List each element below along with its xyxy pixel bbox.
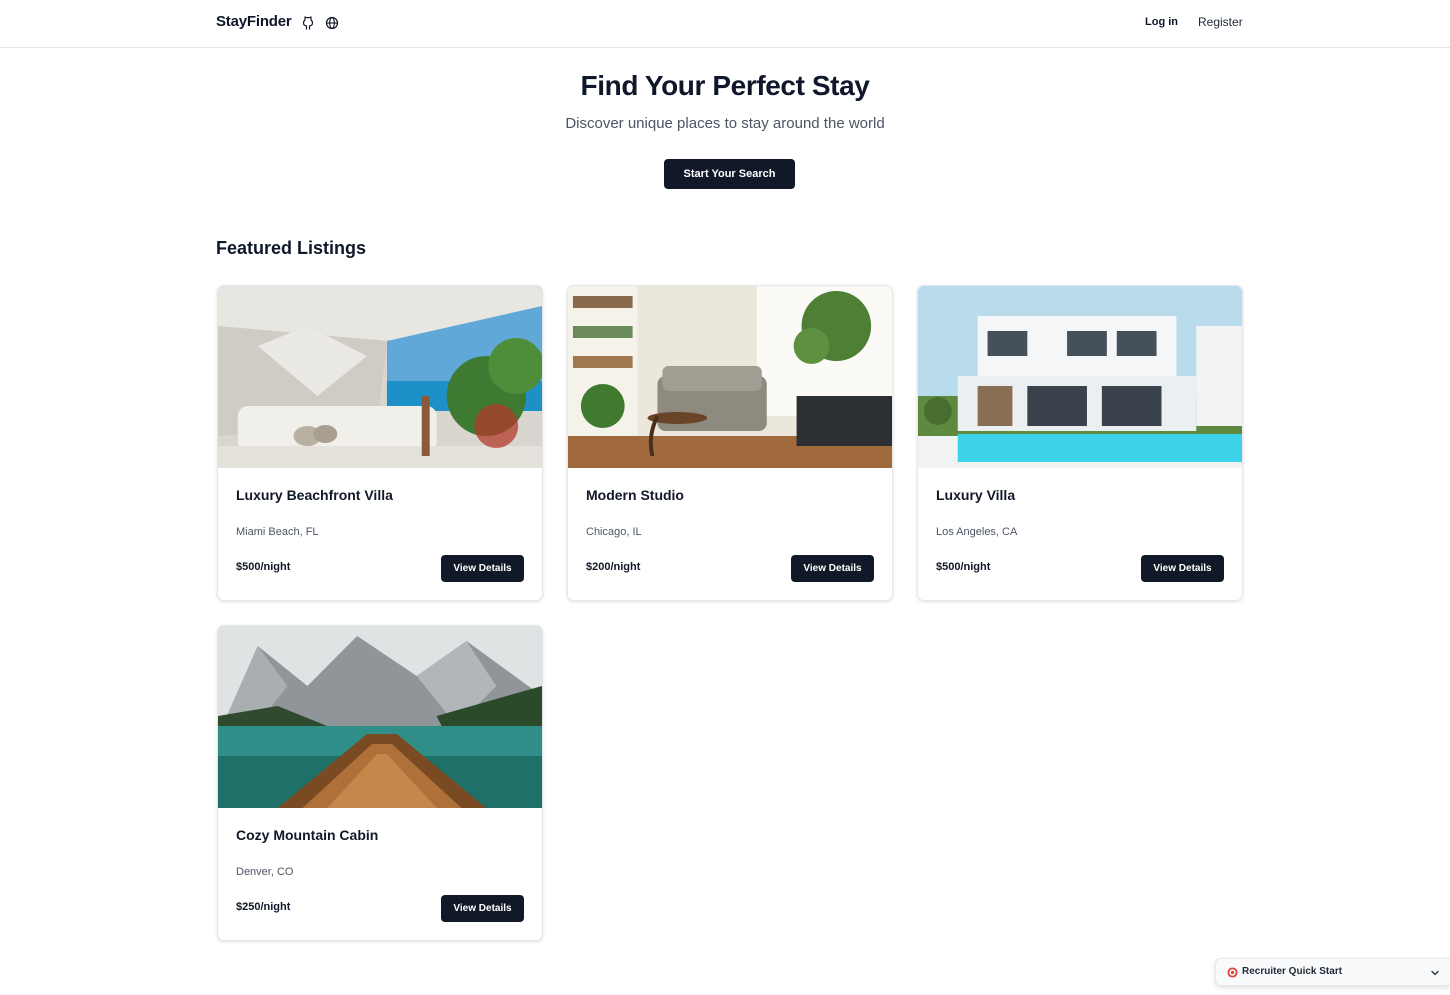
quick-start-label: Recruiter Quick Start bbox=[1242, 966, 1343, 977]
listing-title[interactable]: Cozy Mountain Cabin bbox=[236, 827, 378, 843]
listing-image[interactable] bbox=[218, 286, 542, 468]
globe-icon[interactable] bbox=[325, 16, 339, 30]
listing-location: Miami Beach, FL bbox=[236, 526, 319, 538]
listing-image[interactable] bbox=[918, 286, 1242, 468]
listing-location: Chicago, IL bbox=[586, 526, 642, 538]
listing-card[interactable]: Modern Studio Chicago, IL $200/night Vie… bbox=[567, 285, 893, 601]
listing-card[interactable]: Luxury Villa Los Angeles, CA $500/night … bbox=[917, 285, 1243, 601]
listing-price: $500/night bbox=[936, 561, 991, 573]
hero-subtitle: Discover unique places to stay around th… bbox=[565, 115, 885, 132]
view-details-button[interactable]: View Details bbox=[1141, 555, 1224, 582]
view-details-button[interactable]: View Details bbox=[441, 555, 524, 582]
listing-price: $250/night bbox=[236, 901, 291, 913]
hero-title: Find Your Perfect Stay bbox=[580, 70, 870, 101]
brand-logo[interactable]: StayFinder bbox=[216, 13, 292, 30]
listing-card[interactable]: Cozy Mountain Cabin Denver, CO $250/nigh… bbox=[217, 625, 543, 941]
recruiter-quick-start-panel[interactable]: Recruiter Quick Start bbox=[1215, 958, 1450, 986]
listing-title[interactable]: Luxury Beachfront Villa bbox=[236, 487, 393, 503]
target-icon bbox=[1227, 967, 1238, 978]
featured-listings-title: Featured Listings bbox=[216, 238, 367, 258]
register-link[interactable]: Register bbox=[1198, 15, 1243, 29]
view-details-button[interactable]: View Details bbox=[791, 555, 874, 582]
top-nav-bar: StayFinder Log in Register bbox=[0, 0, 1450, 48]
start-search-button[interactable]: Start Your Search bbox=[664, 159, 795, 189]
listing-location: Los Angeles, CA bbox=[936, 526, 1018, 538]
listing-title[interactable]: Modern Studio bbox=[586, 487, 684, 503]
listing-image[interactable] bbox=[568, 286, 892, 468]
view-details-button[interactable]: View Details bbox=[441, 895, 524, 922]
github-icon[interactable] bbox=[302, 16, 316, 30]
login-link[interactable]: Log in bbox=[1145, 16, 1178, 28]
listing-title[interactable]: Luxury Villa bbox=[936, 487, 1015, 503]
listing-image[interactable] bbox=[218, 626, 542, 808]
listing-card[interactable]: Luxury Beachfront Villa Miami Beach, FL … bbox=[217, 285, 543, 601]
listing-location: Denver, CO bbox=[236, 866, 294, 878]
chevron-down-icon[interactable] bbox=[1430, 968, 1440, 978]
listing-price: $200/night bbox=[586, 561, 641, 573]
listing-price: $500/night bbox=[236, 561, 291, 573]
